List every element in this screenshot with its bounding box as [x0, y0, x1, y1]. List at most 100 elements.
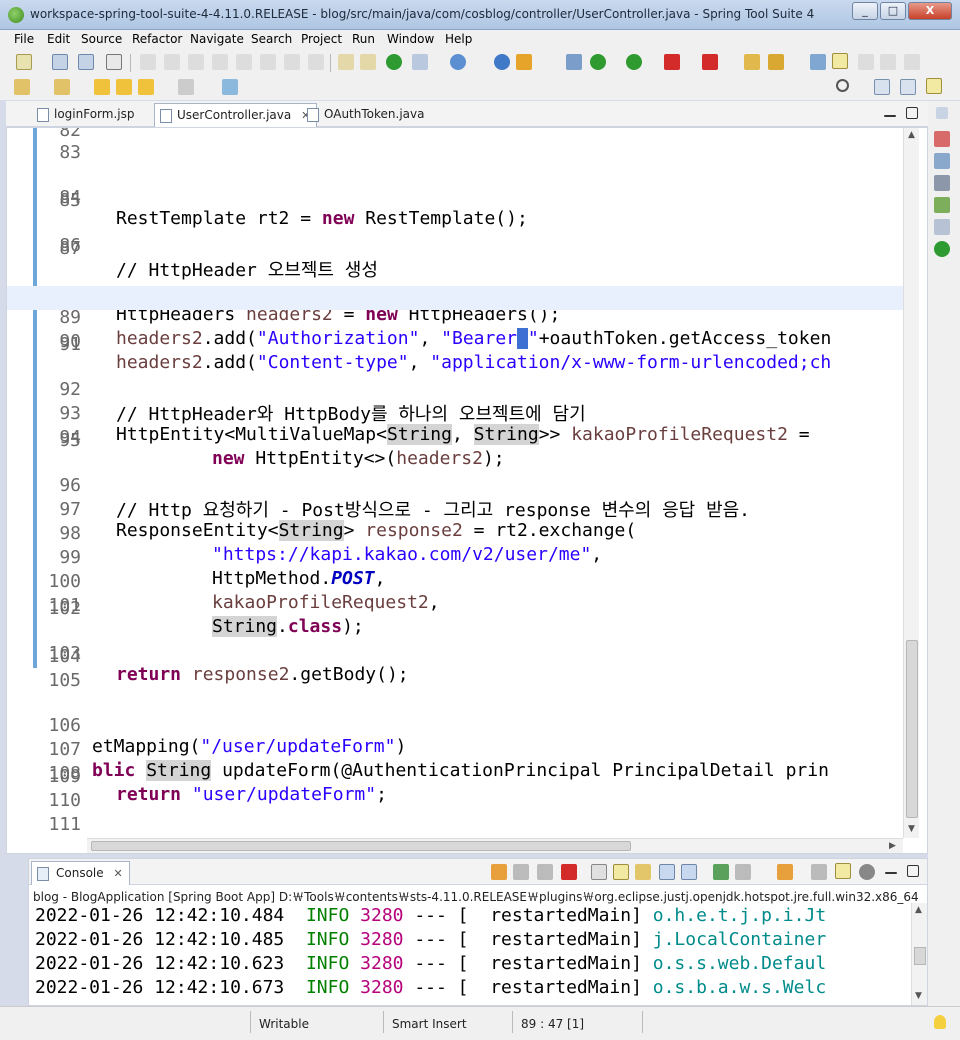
menu-refactor[interactable]: Refactor [132, 32, 182, 46]
close-console-icon[interactable]: ✕ [113, 867, 122, 880]
new-spring-starter-icon[interactable] [412, 54, 428, 70]
block-selection-icon[interactable] [880, 54, 896, 70]
back-icon[interactable] [116, 79, 132, 95]
java-perspective-icon[interactable] [900, 79, 916, 95]
show-whitespace-icon[interactable] [858, 54, 874, 70]
menu-navigate[interactable]: Navigate [190, 32, 244, 46]
menu-help[interactable]: Help [445, 32, 472, 46]
pin-console-icon[interactable] [713, 864, 729, 880]
external-tools-icon[interactable] [516, 54, 532, 70]
outline-view-icon[interactable] [934, 153, 950, 169]
highlight-icon[interactable] [832, 53, 848, 69]
spring-explorer-icon[interactable] [934, 197, 950, 213]
word-wrap-icon[interactable] [635, 864, 651, 880]
minimize-console-icon[interactable] [885, 872, 897, 874]
pilcrow-icon[interactable] [904, 54, 920, 70]
editor-vertical-scrollbar[interactable]: ▲ ▼ [903, 128, 919, 838]
boot-dashboard-view-icon[interactable] [934, 241, 950, 257]
menu-window[interactable]: Window [387, 32, 434, 46]
open-console-icon[interactable] [777, 864, 793, 880]
suspend-icon[interactable] [164, 54, 180, 70]
save-icon[interactable] [52, 54, 68, 70]
remove-all-launches-icon[interactable] [537, 864, 553, 880]
scroll-right-icon[interactable]: ▶ [889, 841, 896, 851]
menu-project[interactable]: Project [301, 32, 342, 46]
menu-source[interactable]: Source [81, 32, 122, 46]
maximize-button[interactable]: □ [880, 2, 906, 20]
scrollbar-thumb[interactable] [91, 841, 631, 851]
relaunch-icon[interactable] [702, 54, 718, 70]
run-icon[interactable] [590, 54, 606, 70]
settings-icon[interactable] [859, 864, 875, 880]
scrollbar-thumb[interactable] [914, 947, 926, 965]
terminate-all-icon[interactable] [491, 864, 507, 880]
display-selected-console-icon[interactable] [735, 864, 751, 880]
spring-perspective-icon[interactable] [926, 78, 942, 94]
boot-dashboard-icon[interactable] [386, 54, 402, 70]
pin-editor-icon[interactable] [222, 79, 238, 95]
stop-icon[interactable] [664, 54, 680, 70]
code-area[interactable]: 82 83 84 RestTemplate rt2 = new RestTemp… [7, 128, 903, 838]
problems-view-icon[interactable] [934, 131, 950, 147]
scroll-up-icon[interactable]: ▲ [908, 130, 915, 140]
minimize-button[interactable]: _ [852, 2, 878, 20]
menu-run[interactable]: Run [352, 32, 375, 46]
properties-view-icon[interactable] [934, 219, 950, 235]
quick-access-search-icon[interactable] [836, 79, 849, 92]
terminate-icon[interactable] [188, 54, 204, 70]
forward-icon[interactable] [138, 79, 154, 95]
scroll-down-icon[interactable]: ▼ [915, 991, 922, 1001]
skip-breakpoints-icon[interactable] [338, 54, 354, 70]
console-scrollbar[interactable]: ▲ ▼ [911, 903, 927, 1005]
ansi-console-icon[interactable] [835, 863, 851, 879]
forward-history-icon[interactable] [178, 79, 194, 95]
menu-edit[interactable]: Edit [47, 32, 70, 46]
menu-search[interactable]: Search [251, 32, 292, 46]
tab-console[interactable]: Console ✕ [31, 861, 130, 885]
scroll-up-icon[interactable]: ▲ [915, 905, 922, 915]
step-over-icon[interactable] [260, 54, 276, 70]
show-stdout-icon[interactable] [659, 864, 675, 880]
maximize-console-icon[interactable] [907, 865, 919, 877]
spring-icon[interactable] [450, 54, 466, 70]
tab-loginform-jsp[interactable]: loginForm.jsp [32, 103, 140, 127]
copy-icon[interactable] [811, 864, 827, 880]
save-all-icon[interactable] [78, 54, 94, 70]
disconnect-icon[interactable] [212, 54, 228, 70]
open-type-icon[interactable] [744, 54, 760, 70]
show-stderr-icon[interactable] [681, 864, 697, 880]
terminate-icon[interactable] [561, 864, 577, 880]
resume-icon[interactable] [140, 54, 156, 70]
menu-file[interactable]: File [14, 32, 34, 46]
task-list-icon[interactable] [934, 175, 950, 191]
scroll-lock-icon[interactable] [613, 864, 629, 880]
next-annotation-icon[interactable] [14, 79, 30, 95]
open-perspective-icon[interactable] [874, 79, 890, 95]
close-button[interactable]: X [908, 2, 952, 20]
search-icon[interactable] [810, 54, 826, 70]
print-icon[interactable] [106, 54, 122, 70]
maximize-editor-icon[interactable] [906, 107, 918, 119]
previous-annotation-icon[interactable] [54, 79, 70, 95]
remove-launch-icon[interactable] [513, 864, 529, 880]
scrollbar-thumb[interactable] [906, 640, 918, 818]
scroll-down-icon[interactable]: ▼ [908, 824, 915, 834]
tip-of-the-day-icon[interactable] [934, 1015, 946, 1029]
debug-icon[interactable] [566, 54, 582, 70]
code-editor[interactable]: 82 83 84 RestTemplate rt2 = new RestTemp… [6, 127, 928, 854]
tab-oauthtoken-java[interactable]: OAuthToken.java [302, 103, 430, 127]
editor-horizontal-scrollbar[interactable]: ▶ [87, 838, 903, 853]
new-icon[interactable] [16, 54, 32, 70]
open-task-icon[interactable] [768, 54, 784, 70]
console-output[interactable]: 2022-01-26 12:42:10.484 INFO 3280 --- [ … [29, 903, 911, 1007]
use-step-filters-icon[interactable] [360, 54, 376, 70]
step-into-icon[interactable] [236, 54, 252, 70]
web-browser-icon[interactable] [494, 54, 510, 70]
drop-to-frame-icon[interactable] [308, 54, 324, 70]
last-edit-location-icon[interactable] [94, 79, 110, 95]
step-return-icon[interactable] [284, 54, 300, 70]
minimize-editor-icon[interactable] [884, 115, 896, 117]
clear-console-icon[interactable] [591, 864, 607, 880]
restore-icon[interactable] [936, 107, 948, 119]
run-coverage-icon[interactable] [626, 54, 642, 70]
